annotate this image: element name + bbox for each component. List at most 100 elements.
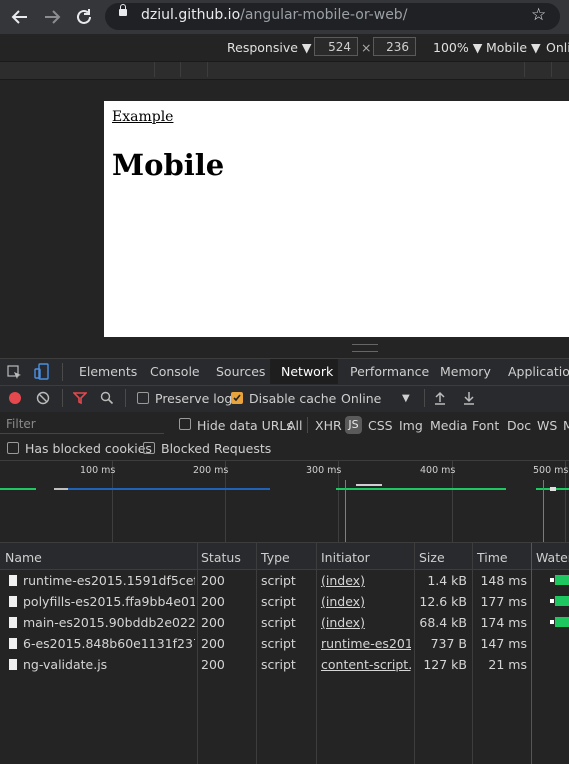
- url-path: /angular-mobile-or-web/: [240, 7, 408, 23]
- media-query-bar[interactable]: [0, 61, 569, 80]
- blocked-requests-label: Blocked Requests: [161, 441, 272, 456]
- request-initiator[interactable]: (index): [321, 615, 411, 630]
- request-name[interactable]: polyfills-es2015.ffa9bb4e0159...: [23, 594, 195, 609]
- request-initiator[interactable]: (index): [321, 594, 411, 609]
- url-host: dziul.github.io: [141, 7, 241, 23]
- overview-bar: [550, 487, 556, 491]
- tab-performance[interactable]: Performance: [350, 364, 429, 379]
- has-blocked-cookies-label: Has blocked cookies: [25, 441, 152, 456]
- request-name[interactable]: 6-es2015.848b60e1131f23730...: [23, 636, 195, 651]
- filter-type-img[interactable]: Img: [399, 418, 423, 433]
- filter-divider: [307, 417, 308, 433]
- page-heading: Mobile: [112, 148, 225, 182]
- has-blocked-cookies-checkbox[interactable]: [7, 442, 19, 454]
- zoom-select[interactable]: 100% ▼: [433, 40, 482, 55]
- tab-network[interactable]: Network: [281, 364, 333, 379]
- clear-icon[interactable]: [36, 391, 50, 408]
- url-text[interactable]: dziul.github.io/angular-mobile-or-web/: [141, 7, 407, 23]
- reload-icon[interactable]: [73, 6, 95, 28]
- table-row[interactable]: runtime-es2015.1591df5cefcbf... 200 scri…: [0, 570, 569, 591]
- throttling-select[interactable]: Online: [341, 391, 381, 406]
- table-row[interactable]: ng-validate.js 200 script content-script…: [0, 654, 569, 675]
- column-type[interactable]: Type: [261, 550, 290, 565]
- table-row[interactable]: polyfills-es2015.ffa9bb4e0159... 200 scr…: [0, 591, 569, 612]
- hide-data-urls-checkbox[interactable]: [179, 418, 191, 430]
- hide-data-urls-label: Hide data URLs: [197, 418, 293, 433]
- request-status: 200: [201, 636, 225, 651]
- request-status: 200: [201, 573, 225, 588]
- tab-elements[interactable]: Elements: [79, 364, 137, 379]
- import-har-icon[interactable]: [434, 391, 446, 408]
- request-initiator[interactable]: runtime-es201...: [321, 636, 411, 651]
- mode-select[interactable]: Mobile ▼: [486, 40, 541, 55]
- request-type: script: [261, 636, 296, 651]
- request-size: 737 B: [430, 636, 467, 651]
- column-name[interactable]: Name: [5, 550, 42, 565]
- column-initiator[interactable]: Initiator: [321, 550, 370, 565]
- overview-bar: [356, 484, 382, 486]
- filter-type-doc[interactable]: Doc: [507, 418, 531, 433]
- lock-icon[interactable]: [119, 4, 127, 16]
- table-row[interactable]: main-es2015.90bddb2e02206... 200 script …: [0, 612, 569, 633]
- filter-type-manifest[interactable]: M: [563, 418, 569, 433]
- overview-tick: 400 ms: [420, 465, 456, 476]
- tab-memory[interactable]: Memory: [440, 364, 491, 379]
- forward-arrow-icon[interactable]: [41, 6, 63, 28]
- height-input[interactable]: 236: [373, 37, 416, 56]
- column-status[interactable]: Status: [201, 550, 241, 565]
- waterfall-bar: [555, 617, 569, 627]
- tab-application[interactable]: Application: [508, 364, 569, 379]
- filter-type-media[interactable]: Media: [430, 418, 468, 433]
- request-time: 148 ms: [480, 573, 527, 588]
- overview-tick: 200 ms: [193, 465, 229, 476]
- overview-bar: [336, 488, 506, 490]
- request-time: 177 ms: [480, 594, 527, 609]
- record-icon[interactable]: [9, 392, 21, 404]
- column-waterfall[interactable]: Waterf: [536, 550, 569, 565]
- column-size[interactable]: Size: [419, 550, 445, 565]
- ruler-divider: [180, 62, 181, 77]
- back-arrow-icon[interactable]: [9, 6, 31, 28]
- filter-type-css[interactable]: CSS: [368, 418, 393, 433]
- overview-tick: 300 ms: [306, 465, 342, 476]
- blocked-requests-checkbox[interactable]: [143, 442, 155, 454]
- tab-sources[interactable]: Sources: [216, 364, 265, 379]
- script-file-icon: [9, 575, 17, 586]
- device-toggle-icon[interactable]: [34, 363, 50, 383]
- request-size: 127 kB: [423, 657, 467, 672]
- request-name[interactable]: ng-validate.js: [23, 657, 195, 672]
- device-select[interactable]: Responsive ▼: [227, 40, 312, 55]
- request-type: script: [261, 657, 296, 672]
- filter-type-ws[interactable]: WS: [537, 418, 557, 433]
- emulated-viewport: [104, 101, 569, 337]
- width-input[interactable]: 524: [314, 37, 358, 56]
- request-initiator[interactable]: (index): [321, 573, 411, 588]
- search-icon[interactable]: [100, 391, 114, 408]
- export-har-icon[interactable]: [463, 391, 475, 408]
- star-icon[interactable]: ☆: [531, 5, 546, 25]
- request-name[interactable]: main-es2015.90bddb2e02206...: [23, 615, 195, 630]
- filter-icon[interactable]: [72, 391, 88, 408]
- column-time[interactable]: Time: [477, 550, 508, 565]
- filter-type-font[interactable]: Font: [472, 418, 499, 433]
- preserve-log-checkbox[interactable]: [137, 392, 149, 404]
- toolbar-divider: [125, 389, 126, 407]
- filter-type-all[interactable]: All: [287, 418, 303, 433]
- table-row[interactable]: 6-es2015.848b60e1131f23730... 200 script…: [0, 633, 569, 654]
- filter-type-js[interactable]: JS: [345, 416, 362, 434]
- request-type: script: [261, 573, 296, 588]
- script-file-icon: [9, 659, 17, 670]
- filter-type-xhr[interactable]: XHR: [315, 418, 342, 433]
- resize-handle[interactable]: [352, 344, 378, 352]
- inspect-element-icon[interactable]: [7, 365, 22, 383]
- disable-cache-checkbox[interactable]: [231, 392, 243, 404]
- request-status: 200: [201, 615, 225, 630]
- example-link[interactable]: Example: [112, 109, 173, 125]
- request-name[interactable]: runtime-es2015.1591df5cefcbf...: [23, 573, 195, 588]
- tab-console[interactable]: Console: [150, 364, 200, 379]
- filter-input[interactable]: Filter: [0, 414, 164, 434]
- throttle-select[interactable]: Onli: [546, 40, 569, 55]
- toolbar-divider: [62, 389, 63, 407]
- chevron-down-icon[interactable]: ▼: [402, 393, 410, 404]
- request-initiator[interactable]: content-script.j...: [321, 657, 411, 672]
